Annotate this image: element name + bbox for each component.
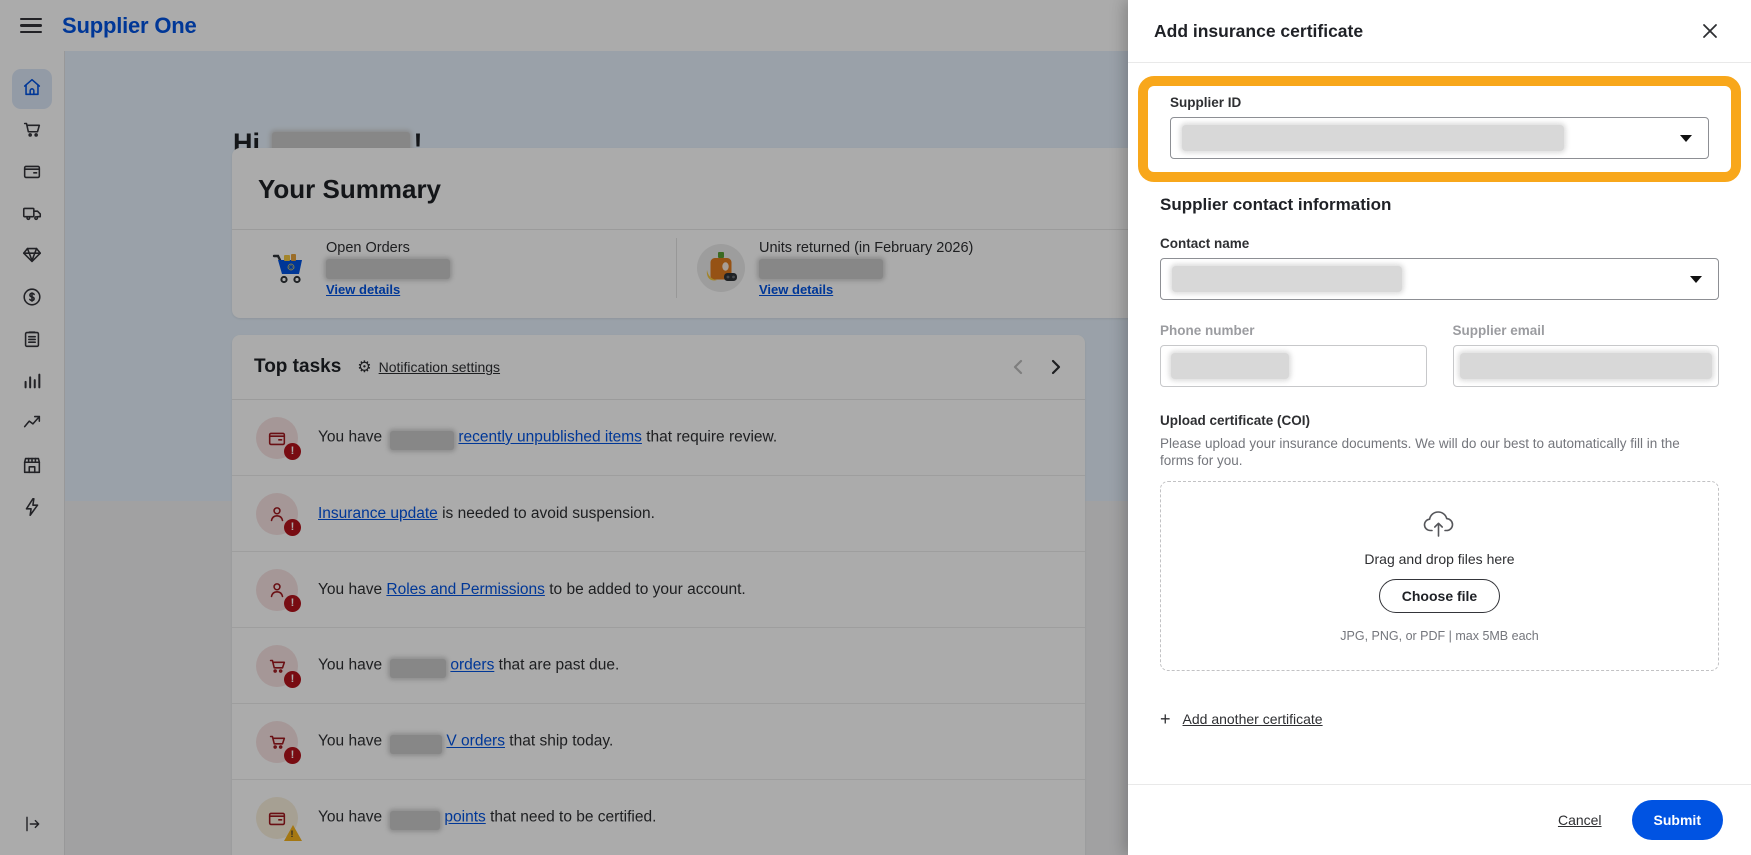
phone-value-redacted [1171,353,1289,379]
file-dropzone[interactable]: Drag and drop files here Choose file JPG… [1160,480,1719,671]
add-insurance-certificate-panel: Add insurance certificate Supplier ID Su… [1128,0,1751,855]
add-another-certificate-button[interactable]: + Add another certificate [1160,710,1719,728]
contact-info-heading: Supplier contact information [1160,195,1392,214]
email-value-redacted [1459,353,1712,379]
choose-file-button[interactable]: Choose file [1378,579,1501,614]
panel-footer: Cancel Submit [1128,784,1751,855]
upload-description: Please upload your insurance documents. … [1160,436,1680,469]
close-icon[interactable] [1695,16,1725,46]
submit-button[interactable]: Submit [1631,800,1723,840]
supplier-email-field[interactable] [1452,345,1719,387]
cloud-upload-icon [1422,508,1458,543]
contact-name-label: Contact name [1160,236,1250,251]
modal-overlay[interactable] [0,0,1128,855]
supplier-id-value-redacted [1182,125,1564,151]
phone-number-label: Phone number [1160,323,1255,338]
supplier-id-select[interactable] [1170,117,1709,159]
phone-number-field[interactable] [1160,345,1427,387]
chevron-down-icon [1680,135,1692,142]
contact-name-select[interactable] [1160,258,1719,300]
supplier-id-label: Supplier ID [1170,95,1242,110]
file-type-hint: JPG, PNG, or PDF | max 5MB each [1340,629,1539,644]
supplier-email-label: Supplier email [1452,323,1545,338]
supplier-id-highlight: Supplier ID [1138,76,1741,182]
plus-icon: + [1160,708,1171,729]
panel-title: Add insurance certificate [1154,20,1364,41]
page: Supplier One Hi ! Your Summary Open Orde… [0,0,1751,855]
chevron-down-icon [1690,276,1702,283]
cancel-button[interactable]: Cancel [1558,812,1602,828]
contact-name-value-redacted [1172,266,1402,292]
upload-certificate-label: Upload certificate (COI) [1160,413,1311,428]
drag-drop-text: Drag and drop files here [1364,551,1515,568]
add-another-certificate-label: Add another certificate [1182,710,1323,727]
